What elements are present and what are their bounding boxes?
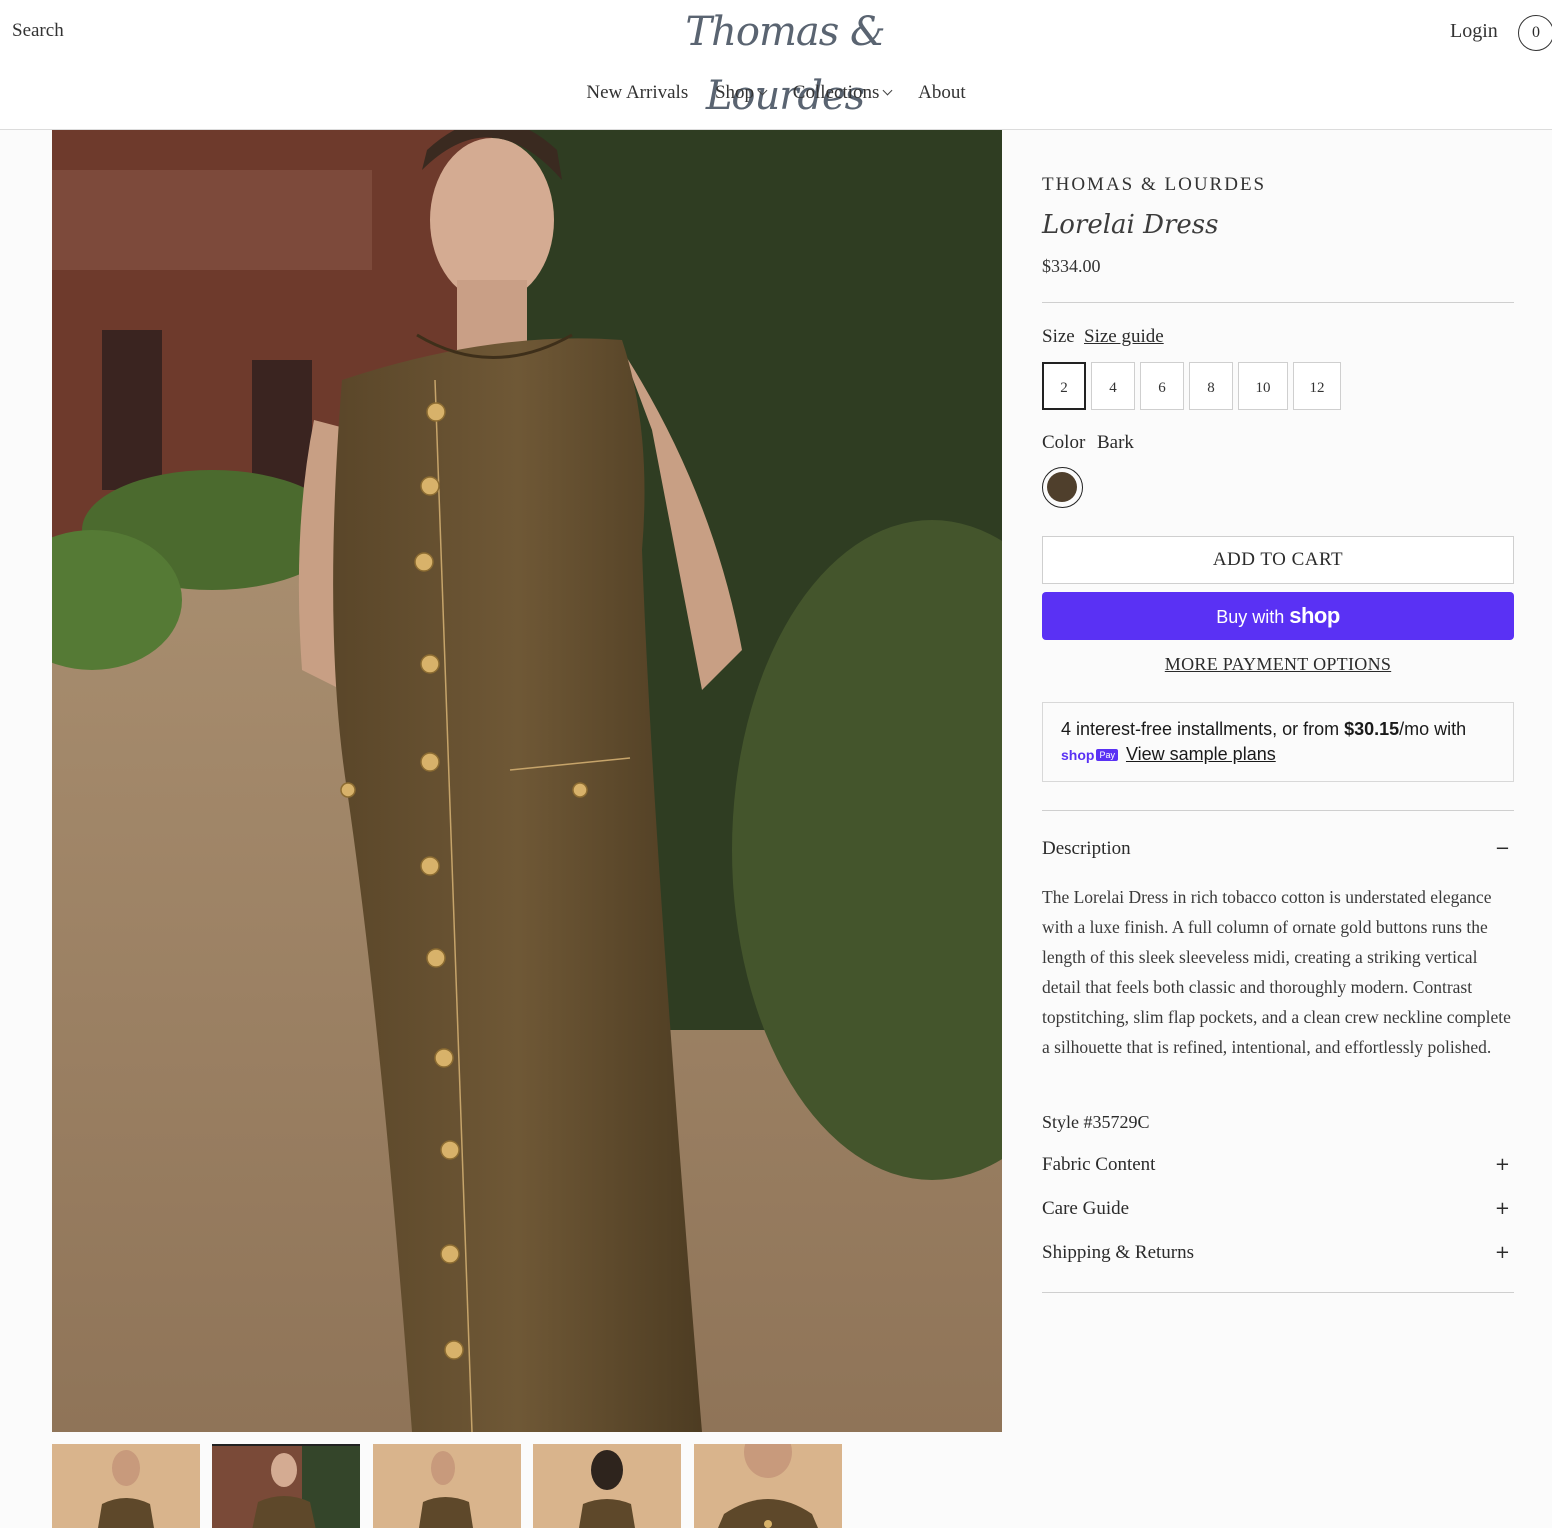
accordion-label: Shipping & Returns <box>1042 1242 1195 1263</box>
thumbnail-image <box>373 1444 521 1528</box>
thumbnail-image <box>212 1446 360 1528</box>
nav-label: Shop <box>714 82 755 103</box>
shop-logo: shop <box>1289 603 1340 628</box>
site-logo[interactable]: Thomas & Lourdes <box>620 0 950 119</box>
site-header: Search Thomas & Lourdes Login 0 New Arri… <box>0 0 1552 130</box>
shop-pay-logo: shop <box>1061 747 1095 763</box>
size-option-2[interactable]: 2 <box>1042 362 1086 410</box>
thumbnail-strip <box>52 1444 852 1528</box>
plus-icon: + <box>1494 1242 1510 1263</box>
dress-photo <box>52 130 1002 1432</box>
login-link[interactable]: Login <box>1450 20 1498 43</box>
chevron-down-icon <box>882 85 893 96</box>
thumbnail-5[interactable] <box>694 1444 842 1528</box>
buy-with-label: Buy with <box>1216 607 1285 627</box>
style-number: Style #35729C <box>1042 1112 1150 1132</box>
swatch-fill <box>1047 472 1077 502</box>
cart-button[interactable]: 0 <box>1518 15 1552 51</box>
product-description: The Lorelai Dress in rich tobacco cotton… <box>1042 887 1511 1057</box>
thumbnail-image <box>533 1444 681 1528</box>
nav-shop[interactable]: Shop <box>714 82 768 104</box>
thumbnail-4[interactable] <box>533 1444 681 1528</box>
installments-text: 4 interest-free installments, or from <box>1061 719 1345 739</box>
installments-banner: 4 interest-free installments, or from $3… <box>1042 702 1514 782</box>
installments-amount: $30.15 <box>1344 719 1400 739</box>
plus-icon: + <box>1494 1198 1510 1219</box>
size-guide-link[interactable]: Size guide <box>1084 326 1164 348</box>
product-main-image[interactable] <box>52 130 1002 1432</box>
accordion-label: Fabric Content <box>1042 1154 1156 1175</box>
nav-label: New Arrivals <box>586 82 689 103</box>
thumbnail-2[interactable] <box>212 1444 360 1528</box>
thumbnail-image <box>52 1444 200 1528</box>
color-name: Bark <box>1097 432 1134 453</box>
nav-label: About <box>918 82 966 103</box>
cart-count: 0 <box>1532 24 1540 41</box>
shop-pay-badge: Pay <box>1096 749 1118 761</box>
size-option-8[interactable]: 8 <box>1189 362 1233 410</box>
installments-text-after: /mo with <box>1399 719 1467 739</box>
nav-about[interactable]: About <box>918 82 966 104</box>
nav-new-arrivals[interactable]: New Arrivals <box>586 82 688 104</box>
more-payment-options-link[interactable]: MORE PAYMENT OPTIONS <box>1042 654 1514 675</box>
size-option-6[interactable]: 6 <box>1140 362 1184 410</box>
main-nav: New Arrivals Shop Collections About <box>0 82 1552 104</box>
product-price: $334.00 <box>1042 256 1101 276</box>
size-option-4[interactable]: 4 <box>1091 362 1135 410</box>
divider <box>1042 810 1514 811</box>
accordion-description[interactable]: Description − <box>1042 838 1514 860</box>
color-swatch-bark[interactable] <box>1042 467 1083 508</box>
view-sample-plans-link[interactable]: View sample plans <box>1126 744 1276 764</box>
accordion-care-guide[interactable]: Care Guide + <box>1042 1198 1514 1220</box>
color-label: Color <box>1042 432 1086 453</box>
accordion-label: Description <box>1042 838 1131 859</box>
product-brand[interactable]: THOMAS & LOURDES <box>1042 174 1266 196</box>
thumbnail-1[interactable] <box>52 1444 200 1528</box>
accordion-shipping-returns[interactable]: Shipping & Returns + <box>1042 1242 1514 1264</box>
divider <box>1042 1292 1514 1293</box>
thumbnail-3[interactable] <box>373 1444 521 1528</box>
chevron-down-icon <box>757 85 768 96</box>
nav-label: Collections <box>792 82 880 103</box>
buy-with-shop-pay-button[interactable]: Buy with shop <box>1042 592 1514 640</box>
plus-icon: + <box>1494 1154 1510 1175</box>
nav-collections[interactable]: Collections <box>792 82 893 104</box>
divider <box>1042 302 1514 303</box>
installments-line: 4 interest-free installments, or from $3… <box>1061 719 1513 740</box>
accordion-fabric-content[interactable]: Fabric Content + <box>1042 1154 1514 1176</box>
size-label: Size <box>1042 326 1075 347</box>
search-link[interactable]: Search <box>12 20 64 42</box>
size-option-10[interactable]: 10 <box>1238 362 1288 410</box>
installments-line-2: shop Pay View sample plans <box>1061 744 1513 765</box>
add-to-cart-button[interactable]: ADD TO CART <box>1042 536 1514 584</box>
size-option-12[interactable]: 12 <box>1293 362 1341 410</box>
accordion-label: Care Guide <box>1042 1198 1130 1219</box>
minus-icon: − <box>1494 838 1510 859</box>
product-title: Lorelai Dress <box>1042 210 1219 240</box>
thumbnail-image <box>694 1444 842 1528</box>
